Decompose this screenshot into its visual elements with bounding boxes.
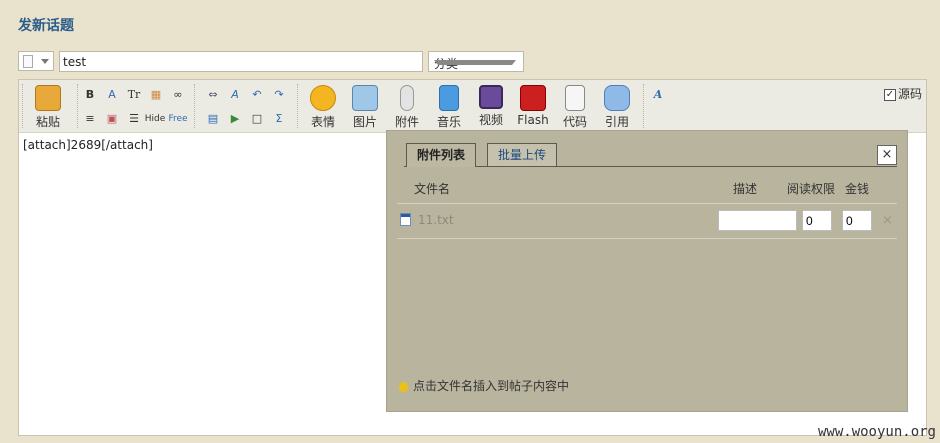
chevron-down-icon [434, 60, 516, 65]
flash-label: Flash [517, 113, 549, 127]
header-file-name: 文件名 [414, 182, 451, 196]
read-permission-input[interactable] [802, 210, 832, 231]
toolbar-divider [297, 84, 299, 128]
color-button[interactable]: ▦ [147, 86, 165, 104]
video-button[interactable]: 视频 [471, 85, 511, 128]
toolbar-divider [643, 84, 645, 128]
source-mode-label: 源码 [897, 87, 922, 101]
subject-input[interactable] [59, 51, 423, 72]
tab-batch-upload[interactable]: 批量上传 [487, 143, 558, 166]
music-label: 音乐 [436, 115, 461, 129]
editor-toolbar: 粘贴 B A Tr ▦ ∞ ≡ ▣ ☰ Hide Free ⇔ A ↶ ↷ ▤ … [19, 80, 926, 133]
flash-icon [520, 85, 546, 111]
toolbar-divider [194, 84, 196, 128]
text-style-button[interactable]: A [649, 86, 667, 104]
unlink-button[interactable]: ⇔ [204, 86, 222, 104]
editor-content[interactable]: [attach]2689[/attach] [23, 138, 153, 152]
list-button[interactable]: ☰ [125, 110, 143, 128]
close-button[interactable]: × [877, 145, 897, 165]
tab-attachment-list[interactable]: 附件列表 [406, 143, 477, 167]
quote-button[interactable]: 引用 [597, 85, 637, 130]
category-select[interactable]: 分类 [428, 51, 524, 72]
table-button[interactable]: ▣ [103, 110, 121, 128]
header-read-permission: 阅读权限 [787, 182, 836, 196]
header-description: 描述 [733, 182, 758, 196]
chevron-down-icon [41, 59, 49, 64]
emoticon-button[interactable]: 表情 [303, 85, 343, 130]
undo-button[interactable]: ↶ [248, 86, 266, 104]
header-price: 金钱 [845, 182, 870, 196]
redo-button[interactable]: ↷ [270, 86, 288, 104]
file-icon [400, 213, 411, 226]
clipboard-icon [35, 85, 61, 111]
tv-icon [479, 85, 503, 109]
tabs-underline [404, 166, 897, 167]
hint-label: 点击文件名插入到帖子内容中 [413, 379, 570, 393]
document-icon [23, 55, 33, 68]
code-icon [565, 85, 585, 111]
delete-attachment-button[interactable]: × [882, 213, 893, 228]
page-title: 发新话题 [18, 18, 74, 34]
attachment-panel: 附件列表 批量上传 × 文件名 描述 阅读权限 金钱 11.txt × 点击文件… [386, 130, 908, 412]
flash-button[interactable]: Flash [513, 85, 553, 127]
image-label: 图片 [352, 115, 377, 129]
watermark: www.wooyun.org [817, 424, 936, 440]
code-label: 代码 [562, 115, 587, 129]
description-input[interactable] [718, 210, 797, 231]
music-note-icon [439, 85, 459, 111]
price-input[interactable] [842, 210, 872, 231]
formula-button[interactable]: Σ [270, 110, 288, 128]
hide-button[interactable]: Hide [143, 110, 167, 128]
smiley-icon [310, 85, 336, 111]
quote-bubble-icon [604, 85, 630, 111]
image-button[interactable]: 图片 [345, 85, 385, 130]
link-button[interactable]: ∞ [169, 86, 187, 104]
insert-media-button[interactable]: ▶ [226, 110, 244, 128]
emoticon-label: 表情 [310, 115, 335, 129]
video-label: 视频 [478, 113, 503, 127]
toolbar-divider [22, 84, 24, 128]
picture-icon [352, 85, 378, 111]
divider [397, 238, 897, 239]
font-button[interactable]: A [103, 86, 121, 104]
hint-text: 点击文件名插入到帖子内容中 [399, 377, 569, 394]
align-button[interactable]: ≡ [81, 110, 99, 128]
quote-label: 引用 [604, 115, 629, 129]
clear-format-button[interactable]: A [226, 86, 244, 104]
source-mode-toggle[interactable]: ✓ 源码 [883, 85, 922, 102]
page-break-button[interactable]: □ [248, 110, 266, 128]
free-button[interactable]: Free [167, 110, 189, 128]
post-type-select[interactable] [18, 51, 54, 71]
paste-button[interactable]: 粘贴 [28, 85, 68, 130]
paperclip-icon [400, 85, 414, 111]
attachment-button[interactable]: 附件 [387, 85, 427, 130]
divider [397, 203, 897, 204]
file-name-link[interactable]: 11.txt [418, 213, 454, 227]
font-size-button[interactable]: Tr [125, 86, 143, 104]
code-button[interactable]: 代码 [555, 85, 595, 130]
insert-image-button[interactable]: ▤ [204, 110, 222, 128]
paste-label: 粘贴 [35, 115, 60, 129]
checkbox[interactable]: ✓ [883, 88, 896, 101]
toolbar-divider [77, 84, 79, 128]
bold-button[interactable]: B [81, 86, 99, 104]
music-button[interactable]: 音乐 [429, 85, 469, 130]
attachment-label: 附件 [394, 115, 419, 129]
lightbulb-icon [399, 381, 408, 392]
